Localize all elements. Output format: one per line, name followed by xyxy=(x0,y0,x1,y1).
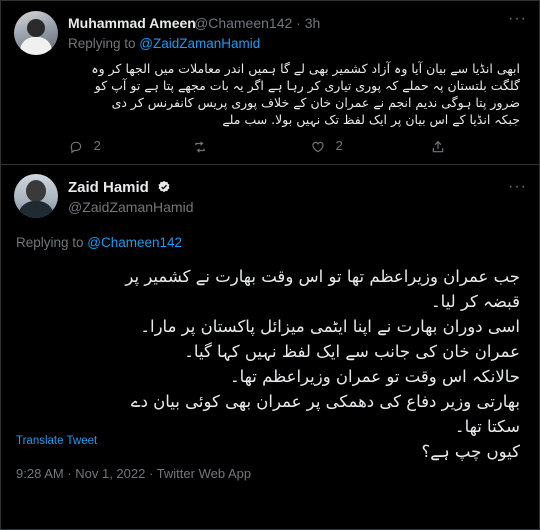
avatar[interactable] xyxy=(14,11,58,55)
tweet-text-line: جب عمران وزیراعظم تھا تو اس وقت بھارت نے… xyxy=(125,267,520,286)
tweet-text-line: گلگت بلتستان پہ حملے کہ پوری تیاری کر رہ… xyxy=(94,78,520,93)
reply-tweet[interactable]: Muhammad Ameen @Chameen142 · 3h ··· Repl… xyxy=(0,0,540,165)
retweet-icon xyxy=(195,140,205,153)
tweet-text-line: اسی دوران بھارت نے اپنا ایٹمی میزائل پاک… xyxy=(140,317,520,336)
author-name[interactable]: Zaid Hamid xyxy=(68,179,149,196)
reply-icon xyxy=(70,141,82,153)
reply-count: 2 xyxy=(93,138,101,153)
author-handle-time: @Chameen142 · 3h xyxy=(194,15,320,31)
share-button[interactable] xyxy=(430,138,446,154)
author-name[interactable]: Muhammad Ameen xyxy=(68,15,196,31)
author-handle[interactable]: @ZaidZamanHamid xyxy=(68,199,193,215)
tweet-text-line: بھارتی وزیر دفاع کی دھمکی پر عمران بھی ک… xyxy=(130,392,520,411)
author-name-row: Zaid Hamid xyxy=(68,179,171,196)
verified-badge-icon xyxy=(158,180,170,193)
replying-prefix: Replying to xyxy=(16,235,88,250)
reply-button[interactable]: 2 xyxy=(68,138,101,154)
retweet-button[interactable] xyxy=(192,138,208,154)
more-icon[interactable]: ··· xyxy=(508,178,527,196)
translate-tweet-link[interactable]: Translate Tweet xyxy=(16,435,97,447)
tweet-text-line: جبکہ انڈیا کے اس بیان پر ایک لفظ تک نہیں… xyxy=(222,112,520,127)
replying-to: Replying to @ZaidZamanHamid xyxy=(68,36,260,51)
tweet-time[interactable]: 3h xyxy=(305,15,321,31)
tweet-text: ابھی انڈیا سے بیان آیا وہ آزاد کشمیر بھی… xyxy=(68,60,520,128)
replying-prefix: Replying to xyxy=(68,36,140,51)
separator-dot: · xyxy=(296,15,305,31)
replying-to-link[interactable]: @Chameen142 xyxy=(87,235,182,250)
like-count: 2 xyxy=(335,138,343,153)
replying-to-link[interactable]: @ZaidZamanHamid xyxy=(139,36,260,51)
share-icon xyxy=(432,140,444,152)
replying-to: Replying to @Chameen142 xyxy=(16,235,182,250)
tweet-text-line: قبضہ کر لیا۔ xyxy=(431,292,520,311)
like-button[interactable]: 2 xyxy=(310,138,343,154)
more-icon[interactable]: ··· xyxy=(508,10,527,28)
tweet-timestamp[interactable]: 9:28 AM · Nov 1, 2022 · Twitter Web App xyxy=(16,466,251,481)
tweet-text-line: حالانکہ اس وقت تو عمران وزیراعظم تھا۔ xyxy=(229,367,520,386)
tweet-text-line: ضرور پتا ہوگی ندیم انجم نے عمران خان کے … xyxy=(111,95,520,110)
like-icon xyxy=(312,141,324,152)
author-handle[interactable]: @Chameen142 xyxy=(194,15,292,31)
tweet-text-line: ابھی انڈیا سے بیان آیا وہ آزاد کشمیر بھی… xyxy=(91,61,520,76)
tweet-text-line: عمران خان کی جانب سے ایک لفظ نہیں کہا گی… xyxy=(184,342,520,361)
avatar[interactable] xyxy=(14,174,58,218)
tweet-text: جب عمران وزیراعظم تھا تو اس وقت بھارت نے… xyxy=(16,264,520,464)
